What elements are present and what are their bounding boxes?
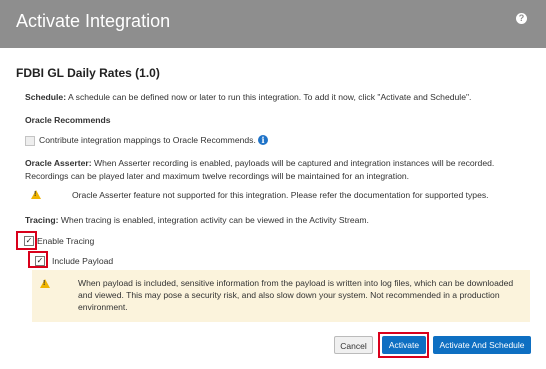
- tracing-text: When tracing is enabled, integration act…: [60, 215, 369, 225]
- asserter-warning-text: Oracle Asserter feature not supported fo…: [72, 190, 489, 200]
- oracle-recommends-heading: Oracle Recommends: [25, 115, 111, 125]
- warning-icon: [40, 279, 50, 288]
- schedule-text: A schedule can be defined now or later t…: [68, 92, 472, 102]
- schedule-description: Schedule: A schedule can be defined now …: [25, 91, 471, 103]
- asserter-description-line1: Oracle Asserter: When Asserter recording…: [25, 157, 494, 169]
- info-icon[interactable]: i: [258, 135, 268, 145]
- asserter-label: Oracle Asserter:: [25, 158, 92, 168]
- schedule-label: Schedule:: [25, 92, 67, 102]
- integration-title: FDBI GL Daily Rates (1.0): [16, 66, 160, 80]
- tracing-description: Tracing: When tracing is enabled, integr…: [25, 214, 369, 226]
- activate-and-schedule-button[interactable]: Activate And Schedule: [433, 336, 531, 354]
- payload-warning-panel: When payload is included, sensitive info…: [32, 270, 530, 322]
- contribute-mappings-checkbox[interactable]: [25, 136, 35, 146]
- tracing-label: Tracing:: [25, 215, 59, 225]
- include-payload-label: Include Payload: [52, 256, 114, 266]
- warning-icon: [31, 190, 41, 199]
- enable-tracing-label: Enable Tracing: [37, 236, 95, 246]
- asserter-text-line1: When Asserter recording is enabled, payl…: [93, 158, 495, 168]
- help-icon[interactable]: ?: [516, 13, 527, 24]
- dialog-title: Activate Integration: [16, 11, 171, 31]
- asserter-text-line2: Recordings can be played later and maxim…: [25, 171, 410, 181]
- payload-warning-line2: and viewed. This may pose a security ris…: [78, 290, 500, 300]
- enable-tracing-highlight: [16, 231, 37, 250]
- payload-warning-line3: environment.: [78, 302, 128, 312]
- dialog-header: Activate Integration ?: [0, 0, 546, 48]
- contribute-mappings-label: Contribute integration mappings to Oracl…: [39, 135, 256, 145]
- activate-button-highlight: [378, 332, 429, 358]
- include-payload-highlight: [28, 251, 48, 268]
- payload-warning-line1: When payload is included, sensitive info…: [78, 278, 514, 288]
- cancel-button[interactable]: Cancel: [334, 336, 373, 354]
